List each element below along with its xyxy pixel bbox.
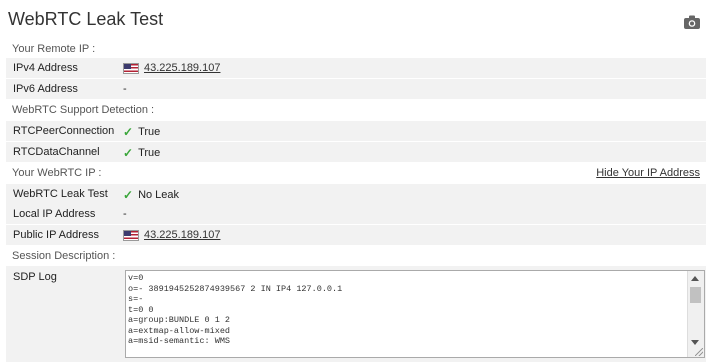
sdp-log-line: t=0 0 [128,304,154,315]
rtc-data-channel-value: True [138,147,161,159]
webrtc-leak-test-row: WebRTC Leak Test ✓ No Leak [6,184,706,204]
public-ip-value-cell: 43.225.189.107 [123,229,220,241]
us-flag-icon [123,62,139,74]
webrtc-leak-test-panel: WebRTC Leak Test Your Remote IP : IPv4 A… [0,0,712,362]
rtc-peer-connection-label: RTCPeerConnection [13,125,115,137]
local-ip-row: Local IP Address - [6,204,706,224]
page-title: WebRTC Leak Test [8,9,164,29]
public-ip-row: Public IP Address 43.225.189.107 [6,225,706,245]
public-ip-value-link[interactable]: 43.225.189.107 [144,229,220,241]
us-flag-icon [123,229,139,241]
ipv4-row: IPv4 Address 43.225.189.107 [6,58,706,78]
hide-ip-address-link[interactable]: Hide Your IP Address [596,167,700,179]
ipv6-label: IPv6 Address [13,83,78,95]
ipv6-row: IPv6 Address - [6,79,706,99]
local-ip-value: - [123,208,127,220]
sdp-log-line: o=- 3891945252874939567 2 IN IP4 127.0.0… [128,283,343,294]
session-description-section-label: Session Description : [12,250,116,262]
sdp-log-line: v=0 [128,273,144,283]
camera-icon[interactable] [684,15,700,29]
public-ip-label: Public IP Address [13,229,100,241]
sdp-log-line: a=group:BUNDLE 0 1 2 [128,315,231,325]
scroll-down-arrow-icon[interactable] [691,340,699,345]
webrtc-ip-section-label: Your WebRTC IP : [12,167,102,179]
ipv4-label: IPv4 Address [13,62,78,74]
sdp-log-line: a=msid-semantic: WMS [128,336,231,346]
check-icon: ✓ [123,188,134,202]
ipv6-value: - [123,83,127,95]
sdp-log-line: a=extmap-allow-mixed [128,325,231,336]
check-icon: ✓ [123,125,134,139]
rtc-peer-connection-value: True [138,126,161,138]
webrtc-leak-test-value: No Leak [138,189,180,201]
rtc-data-channel-label: RTCDataChannel [13,146,100,158]
rtc-data-channel-row: RTCDataChannel ✓ True [6,142,706,162]
sdp-log-content: v=0 o=- 3891945252874939567 2 IN IP4 127.… [128,273,684,347]
local-ip-label: Local IP Address [13,208,96,220]
scrollbar-thumb[interactable] [690,287,701,303]
sdp-log-label: SDP Log [13,271,57,283]
sdp-log-row: SDP Log v=0 o=- 3891945252874939567 2 IN … [6,266,706,362]
remote-ip-section-label: Your Remote IP : [12,43,96,55]
sdp-log-line: s=- [128,294,144,304]
sdp-log-textarea[interactable]: v=0 o=- 3891945252874939567 2 IN IP4 127.… [125,270,705,358]
rtc-data-channel-value-cell: ✓ True [123,146,160,160]
rtc-peer-connection-row: RTCPeerConnection ✓ True [6,121,706,141]
webrtc-leak-test-value-cell: ✓ No Leak [123,188,179,202]
title-bar: WebRTC Leak Test [0,0,712,40]
support-section-label: WebRTC Support Detection : [12,104,155,116]
scroll-up-arrow-icon[interactable] [691,276,699,281]
ipv4-value-cell: 43.225.189.107 [123,62,220,74]
rtc-peer-connection-value-cell: ✓ True [123,125,160,139]
ipv4-value-link[interactable]: 43.225.189.107 [144,62,220,74]
webrtc-leak-test-label: WebRTC Leak Test [13,188,108,200]
sdp-log-scrollbar[interactable] [687,271,704,357]
resize-grip-icon[interactable] [695,348,703,356]
check-icon: ✓ [123,146,134,160]
